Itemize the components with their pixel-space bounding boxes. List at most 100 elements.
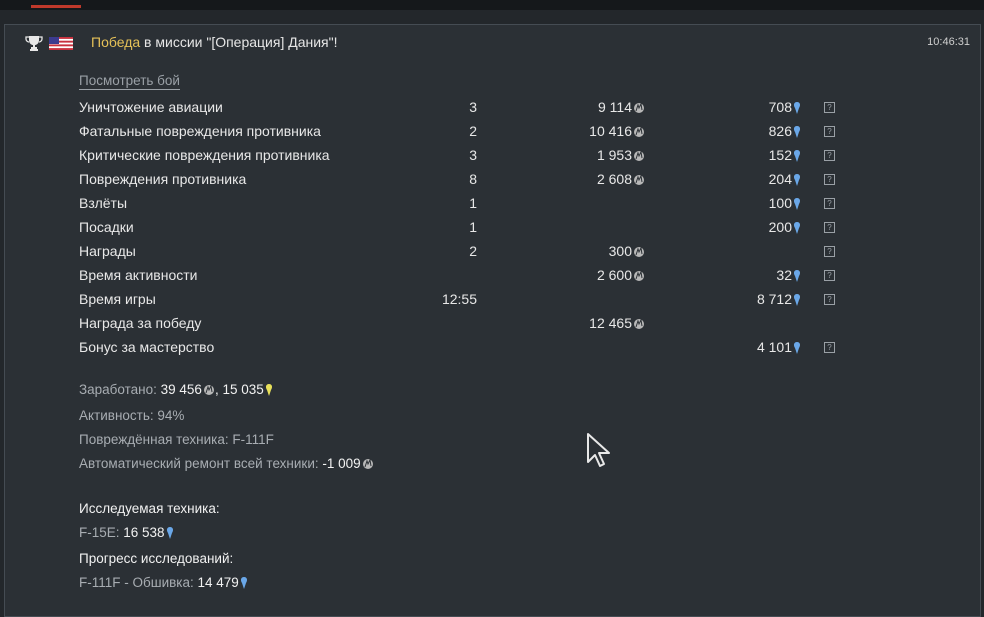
row-research-points: 32 — [776, 267, 801, 285]
table-row: Критические повреждения противника 3 1 953… — [79, 145, 879, 169]
row-research-points: 708 — [769, 99, 801, 117]
silver-lion-icon — [633, 245, 645, 261]
row-label: Взлёты — [79, 195, 128, 211]
row-research-points: 200 — [769, 219, 801, 237]
research-module-line: F-111F - Обшивка: 14 479 — [79, 571, 248, 597]
damaged-vehicle-line: Повреждённая техника: F-111F — [79, 432, 274, 447]
row-rp-value: 204 — [768, 171, 792, 187]
earned-free-rp-value: 15 035 — [222, 382, 264, 397]
help-icon[interactable]: ? — [824, 198, 835, 209]
help-icon[interactable]: ? — [824, 102, 835, 113]
table-row: Награды 2 300? — [79, 241, 879, 265]
research-point-icon — [793, 341, 801, 357]
research-vehicle-line: F-15E: 16 538 — [79, 521, 248, 547]
research-point-icon — [793, 221, 801, 237]
activity-line: Активность: 94% — [79, 408, 185, 423]
silver-lion-icon — [203, 380, 215, 404]
row-rp-value: 4 101 — [756, 339, 792, 355]
row-research-points: 826 — [769, 123, 801, 141]
research-heading: Исследуемая техника: — [79, 501, 220, 516]
table-row: Награда за победу 12 465 — [79, 313, 879, 337]
row-count: 1 — [469, 195, 477, 211]
table-row: Время активности 2 600 32? — [79, 265, 879, 289]
row-label: Критические повреждения противника — [79, 147, 330, 163]
row-count: 8 — [469, 171, 477, 187]
row-silver-lions: 10 416 — [589, 123, 645, 141]
row-label: Награда за победу — [79, 315, 202, 331]
row-label: Фатальные повреждения противника — [79, 123, 321, 139]
row-count: 2 — [469, 123, 477, 139]
help-icon[interactable]: ? — [824, 174, 835, 185]
help-icon[interactable]: ? — [824, 150, 835, 161]
silver-lion-icon — [633, 269, 645, 285]
row-silver-value: 1 953 — [596, 147, 632, 163]
table-row: Время игры 12:55 8 712? — [79, 289, 879, 313]
table-row: Бонус за мастерство 4 101? — [79, 337, 879, 361]
row-silver-value: 10 416 — [589, 123, 632, 139]
silver-lion-icon — [633, 125, 645, 141]
research-point-icon — [793, 269, 801, 285]
mission-result-title: Победа в миссии "[Операция] Дания"! — [91, 34, 338, 50]
mouse-cursor-icon — [587, 433, 610, 467]
silver-lion-icon — [633, 317, 645, 333]
earned-silver-value: 39 456 — [160, 382, 202, 397]
research-point-icon — [793, 293, 801, 309]
help-icon[interactable]: ? — [824, 222, 835, 233]
research-point-icon — [793, 149, 801, 165]
row-silver-lions: 2 608 — [597, 171, 645, 189]
row-silver-value: 2 600 — [596, 267, 632, 283]
active-tab-indicator — [31, 5, 81, 8]
victory-word: Победа — [91, 34, 141, 50]
row-count: 12:55 — [441, 291, 477, 307]
table-row: Взлёты 1 100? — [79, 193, 879, 217]
table-row: Повреждения противника 8 2 608 204? — [79, 169, 879, 193]
row-label: Посадки — [79, 219, 134, 235]
earnings-summary: Заработано: 39 456, 15 035 Активность: 9… — [79, 378, 374, 478]
research-vehicle-value: 16 538 — [123, 525, 165, 540]
row-rp-value: 100 — [768, 195, 792, 211]
row-research-points: 8 712 — [757, 291, 801, 309]
research-point-icon — [240, 573, 248, 597]
research-point-icon — [793, 101, 801, 117]
row-silver-value: 2 608 — [596, 171, 632, 187]
row-rp-value: 708 — [768, 99, 792, 115]
table-row: Посадки 1 200? — [79, 217, 879, 241]
earned-label: Заработано: — [79, 382, 161, 397]
row-label: Награды — [79, 243, 136, 259]
research-progress-heading: Прогресс исследований: — [79, 551, 234, 566]
watch-replay-link[interactable]: Посмотреть бой — [79, 73, 180, 90]
auto-repair-label: Автоматический ремонт всей техники: — [79, 456, 323, 471]
row-label: Повреждения противника — [79, 171, 247, 187]
help-icon[interactable]: ? — [824, 126, 835, 137]
row-research-points: 100 — [769, 195, 801, 213]
row-rp-value: 200 — [768, 219, 792, 235]
table-row: Фатальные повреждения противника 2 10 416 8… — [79, 121, 879, 145]
row-silver-value: 300 — [608, 243, 632, 259]
research-point-icon — [166, 523, 174, 547]
row-research-points: 152 — [769, 147, 801, 165]
trophy-icon — [25, 36, 43, 51]
auto-repair-line: Автоматический ремонт всей техники: -1 0… — [79, 452, 374, 478]
auto-repair-value: -1 009 — [322, 456, 361, 471]
table-row: Уничтожение авиации 3 9 114 708? — [79, 97, 879, 121]
free-research-point-icon — [265, 380, 273, 404]
row-label: Бонус за мастерство — [79, 339, 215, 355]
row-research-points: 4 101 — [757, 339, 801, 357]
silver-lion-icon — [633, 149, 645, 165]
row-research-points: 204 — [769, 171, 801, 189]
silver-lion-icon — [362, 454, 374, 478]
help-icon[interactable]: ? — [824, 342, 835, 353]
research-section: Исследуемая техника: F-15E: 16 538 Прогр… — [79, 497, 248, 597]
message-header: Победа в миссии "[Операция] Дания"! 10:4… — [5, 25, 980, 61]
help-icon[interactable]: ? — [824, 270, 835, 281]
help-icon[interactable]: ? — [824, 294, 835, 305]
mission-name: в миссии "[Операция] Дания"! — [140, 34, 338, 50]
row-silver-lions: 300 — [609, 243, 645, 261]
research-module-value: 14 479 — [197, 575, 239, 590]
row-count: 3 — [469, 99, 477, 115]
help-icon[interactable]: ? — [824, 246, 835, 257]
row-silver-value: 12 465 — [589, 315, 632, 331]
silver-lion-icon — [633, 173, 645, 189]
research-point-icon — [793, 125, 801, 141]
research-point-icon — [793, 197, 801, 213]
